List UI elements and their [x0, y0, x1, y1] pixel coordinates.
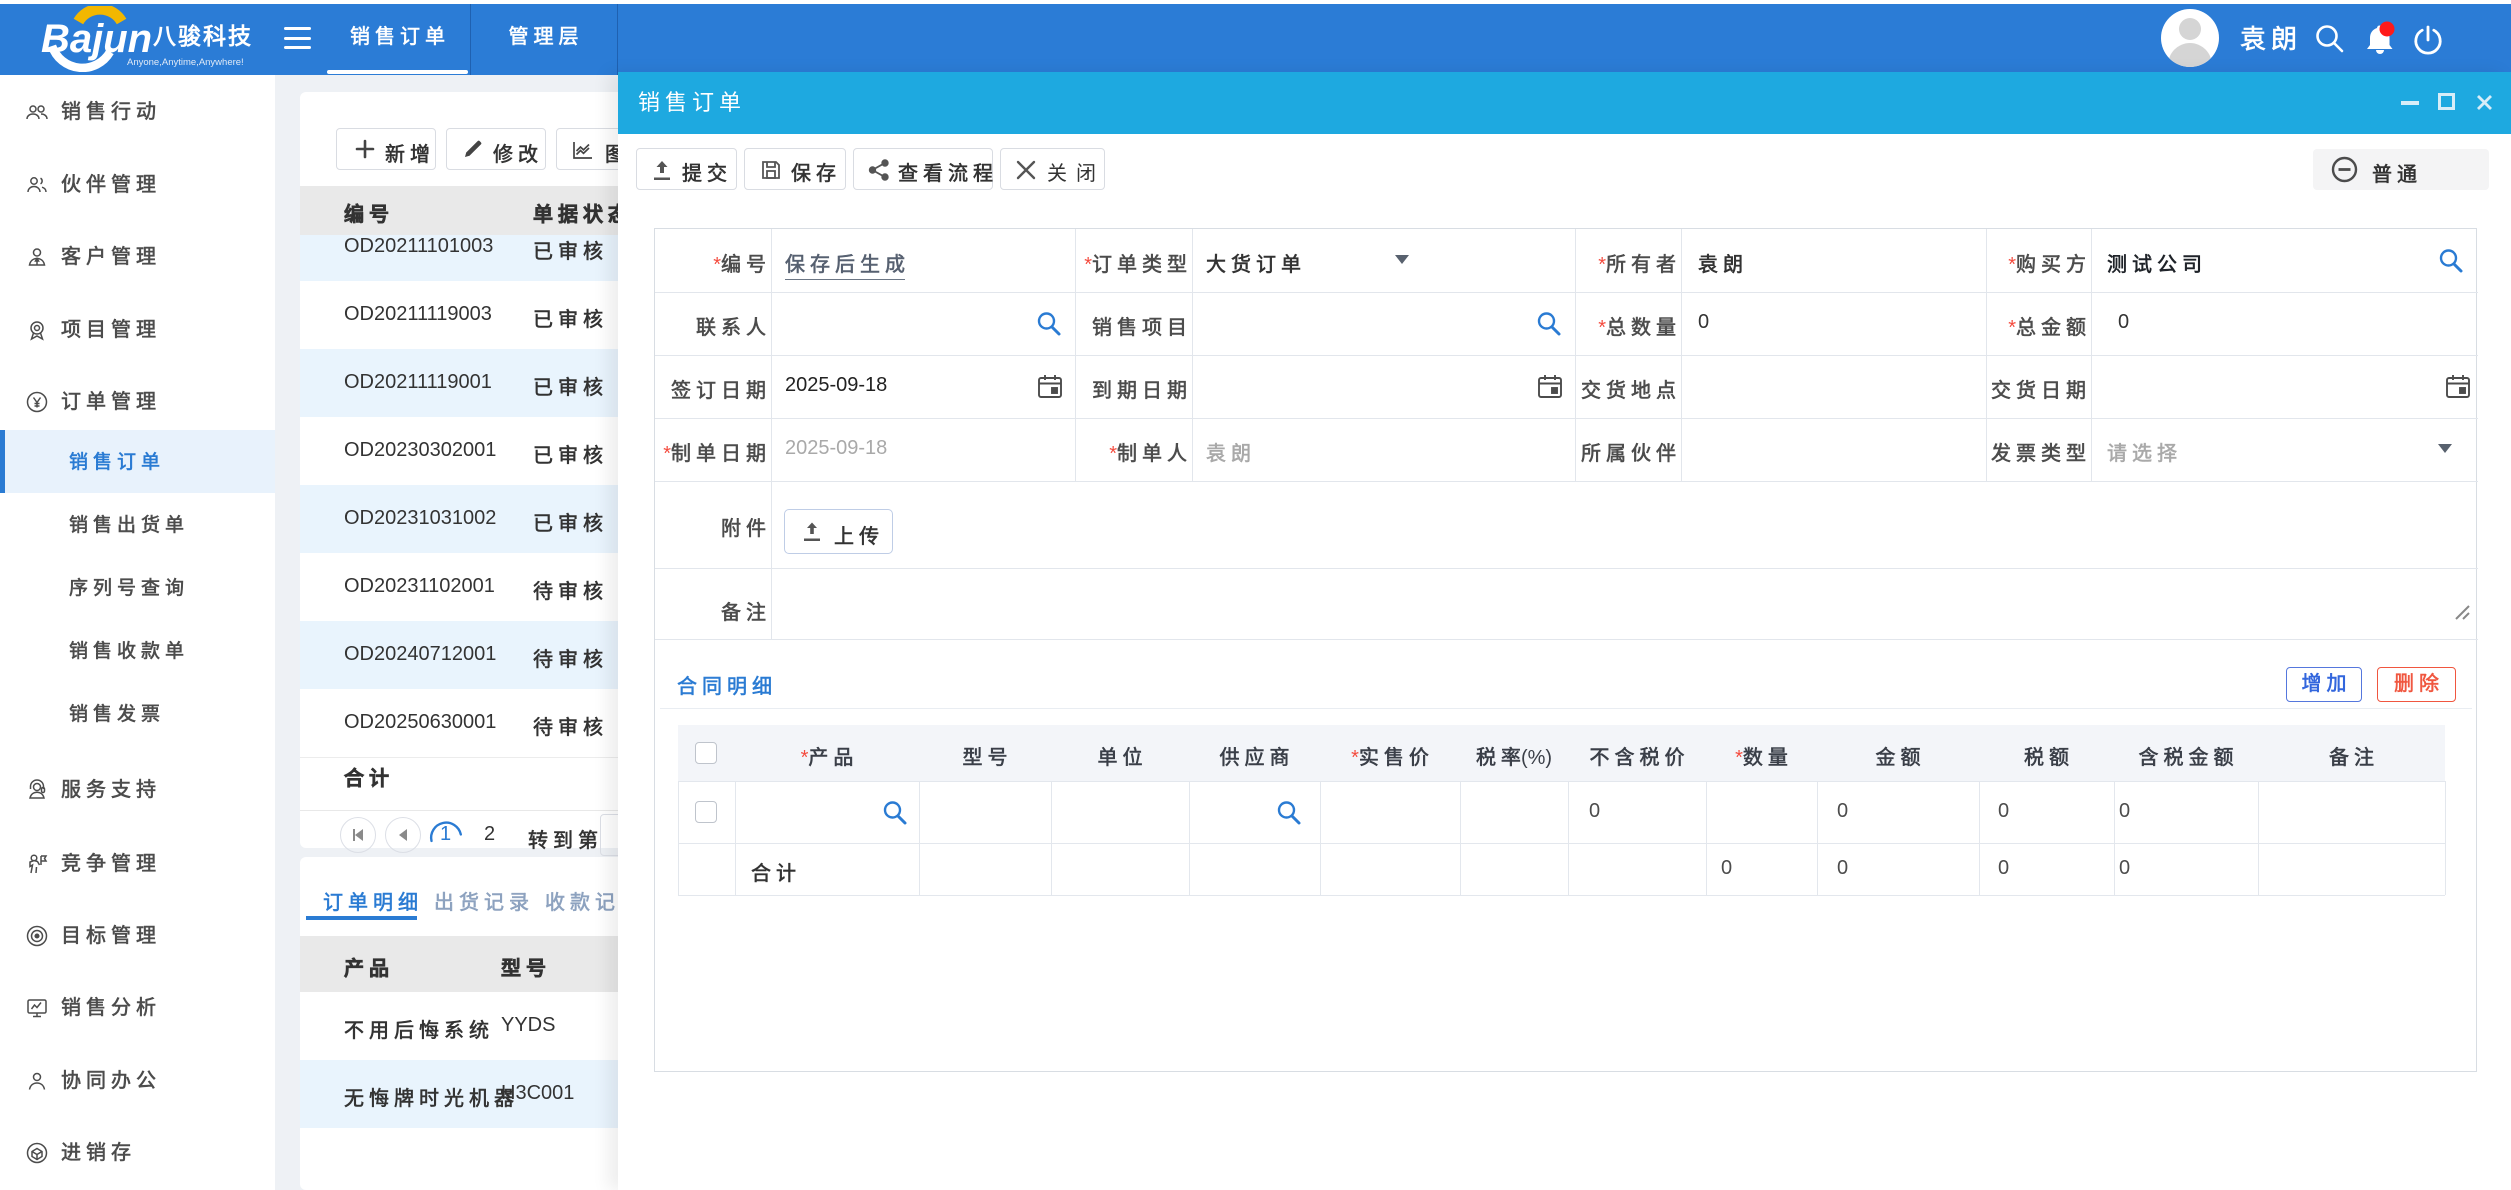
- svg-text:Bajun: Bajun: [41, 17, 152, 61]
- svg-text:Anyone,Anytime,Anywhere!: Anyone,Anytime,Anywhere!: [127, 57, 244, 68]
- svg-text:八骏科技: 八骏科技: [153, 23, 253, 49]
